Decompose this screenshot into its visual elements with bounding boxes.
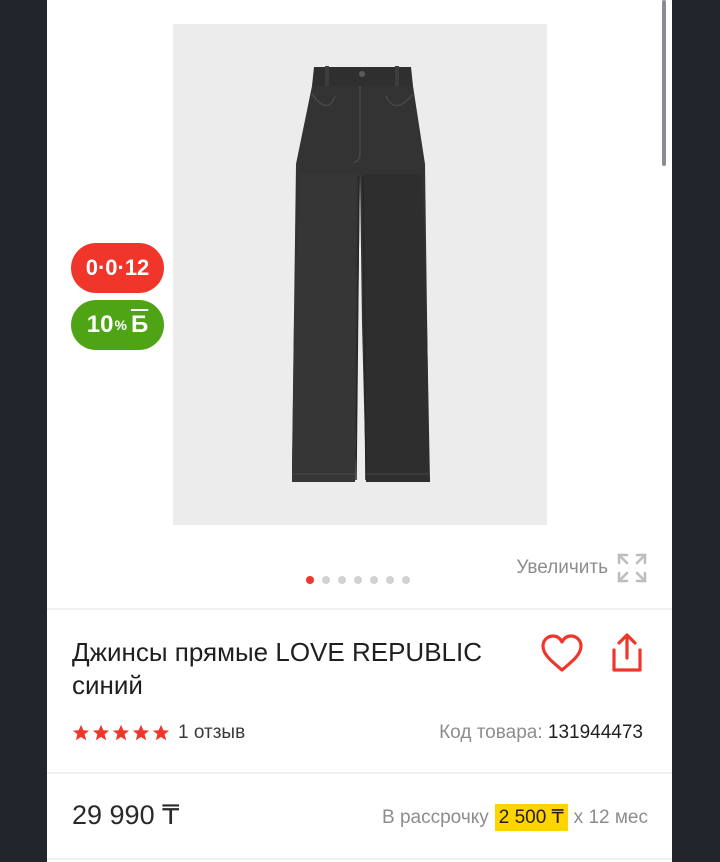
bonus-currency-icon: Б	[130, 311, 149, 338]
heart-icon	[541, 634, 583, 672]
expand-icon	[617, 553, 647, 583]
product-code-value: 131944473	[547, 722, 643, 743]
share-button[interactable]	[608, 632, 646, 674]
rating-stars	[72, 724, 170, 742]
pagination-dot[interactable]	[322, 576, 330, 584]
bonus-badge-value: 10	[86, 311, 114, 338]
image-pagination[interactable]	[306, 576, 410, 584]
pagination-dot[interactable]	[354, 576, 362, 584]
bonus-badge: 10% Б	[71, 300, 164, 350]
divider	[47, 608, 672, 610]
pagination-dot[interactable]	[386, 576, 394, 584]
installment-amount: 2 500 ₸	[494, 804, 568, 831]
installment-offer[interactable]: В рассрочку 2 500 ₸ х 12 мес	[382, 804, 648, 831]
share-icon	[612, 633, 642, 672]
product-title: Джинсы прямые LOVE REPUBLIC синий	[72, 637, 482, 700]
product-image[interactable]	[173, 24, 547, 525]
rating[interactable]: 1 отзыв	[72, 722, 245, 744]
pagination-dot[interactable]	[338, 576, 346, 584]
favorite-button[interactable]	[540, 634, 584, 674]
product-code-label: Код товара:	[439, 722, 543, 743]
product-price: 29 990 ₸	[72, 800, 180, 830]
star-icon	[112, 724, 130, 741]
zoom-label: Увеличить	[516, 557, 608, 578]
star-icon	[72, 724, 90, 741]
installment-term: х 12 мес	[573, 806, 648, 828]
divider	[47, 772, 672, 774]
installment-label: В рассрочку	[382, 806, 489, 828]
pagination-dot[interactable]	[402, 576, 410, 584]
star-icon	[92, 724, 110, 741]
product-code: Код товара: 131944473	[439, 722, 643, 744]
pagination-dot[interactable]	[370, 576, 378, 584]
divider	[47, 858, 672, 860]
installment-badge: 0·0·12	[71, 243, 164, 293]
zoom-button[interactable]: Увеличить	[516, 552, 648, 584]
product-page: 0·0·12 10% Б Увеличить Джинсы прямые LOVE…	[47, 0, 672, 862]
star-icon	[132, 724, 150, 741]
bonus-badge-percent: %	[114, 317, 127, 333]
scrollbar[interactable]	[662, 0, 666, 166]
star-icon	[152, 724, 170, 741]
installment-badge-label: 0·0·12	[85, 255, 150, 280]
pagination-dot[interactable]	[306, 576, 314, 584]
reviews-link[interactable]: 1 отзыв	[178, 722, 245, 744]
jeans-image	[292, 66, 430, 482]
